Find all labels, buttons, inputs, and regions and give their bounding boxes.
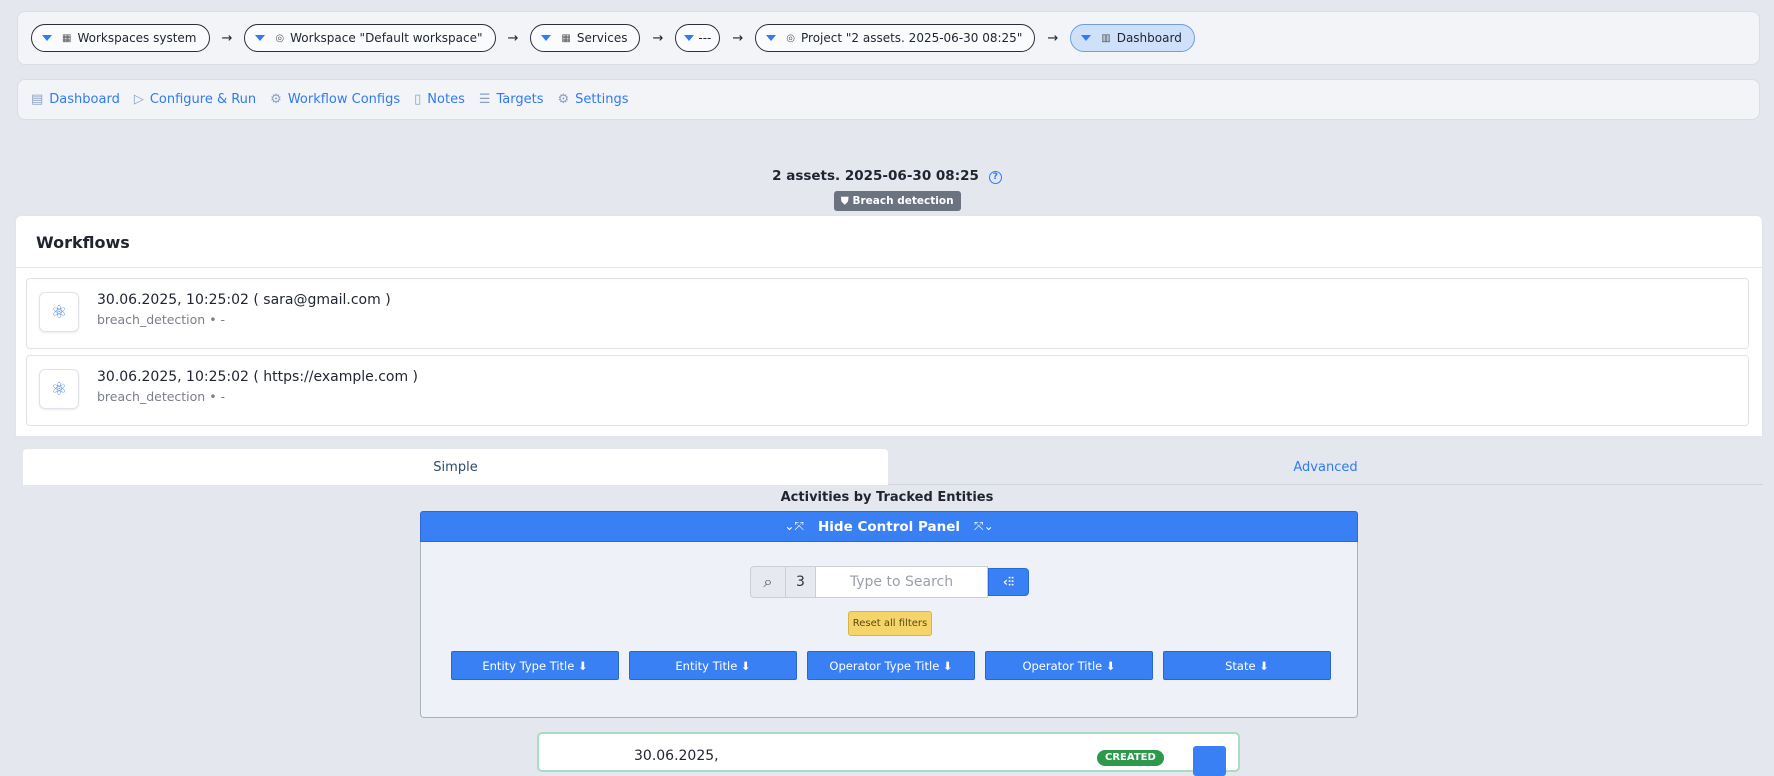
activity-date: 30.06.2025,: [634, 748, 719, 764]
workflows-panel: Workflows ⚛ 30.06.2025, 10:25:02 ( sara@…: [15, 215, 1763, 437]
reset-filters-button[interactable]: Reset all filters: [848, 611, 932, 636]
caret-down-icon[interactable]: [766, 35, 777, 41]
nav-label: Settings: [575, 92, 629, 107]
crumb-label: Project "2 assets. 2025-06-30 08:25": [801, 31, 1023, 45]
workflow-item[interactable]: ⚛ 30.06.2025, 10:25:02 ( sara@gmail.com …: [26, 278, 1749, 349]
crumb-workspace[interactable]: ◎ Workspace "Default workspace": [244, 24, 496, 52]
gear-icon: ⚙: [557, 92, 570, 107]
status-badge: CREATED: [1097, 750, 1164, 766]
caret-down-icon[interactable]: [684, 35, 695, 41]
workflow-subtitle: breach_detection • -: [97, 312, 226, 327]
view-tabs: Simple Advanced: [23, 449, 1763, 485]
crumb-services[interactable]: ▦ Services: [530, 24, 641, 52]
page-title: 2 assets. 2025-06-30 08:25?: [0, 168, 1774, 184]
nav-settings[interactable]: ⚙ Settings: [558, 92, 629, 107]
caret-down-icon[interactable]: [541, 35, 552, 41]
caret-down-icon[interactable]: [42, 35, 52, 41]
cogs-icon: ⚙: [270, 92, 282, 107]
crumb-label: Workspace "Default workspace": [290, 31, 483, 45]
crumb-placeholder[interactable]: ---: [675, 24, 721, 52]
activities-title: Activities by Tracked Entities: [780, 490, 994, 505]
control-panel: ⌕ 3 ‹⫶⫶ Reset all filters Entity Type Ti…: [420, 542, 1358, 718]
caret-down-icon[interactable]: [1081, 35, 1092, 41]
badge-label: Breach detection: [852, 195, 954, 207]
crumb-label: Dashboard: [1116, 31, 1182, 45]
workflow-item[interactable]: ⚛ 30.06.2025, 10:25:02 ( https://example…: [26, 355, 1749, 426]
filter-settings-button[interactable]: ‹⫶⫶: [988, 568, 1029, 596]
service-badge: ⛊ Breach detection: [834, 191, 961, 211]
project-title-text: 2 assets. 2025-06-30 08:25: [772, 168, 979, 184]
play-icon: ▷: [133, 92, 144, 107]
nav-notes[interactable]: ▯ Notes: [414, 92, 465, 107]
crumb-project[interactable]: ◎ Project "2 assets. 2025-06-30 08:25": [755, 24, 1036, 52]
nav-workflow-configs[interactable]: ⚙ Workflow Configs: [270, 92, 400, 107]
nav-label: Workflow Configs: [287, 92, 401, 107]
crumb-label: ---: [698, 31, 712, 45]
arrow-right-icon: →: [1047, 30, 1059, 46]
workflow-title: 30.06.2025, 10:25:02 ( https://example.c…: [97, 369, 419, 385]
workflows-title: Workflows: [16, 216, 1762, 268]
sort-operator-title[interactable]: Operator Title ⬇: [985, 651, 1153, 680]
nav-label: Configure & Run: [149, 92, 257, 107]
crumb-workspaces-system[interactable]: ▦ Workspaces system: [31, 24, 210, 52]
arrow-right-icon: →: [732, 30, 744, 46]
arrow-right-icon: →: [221, 30, 233, 46]
grid-icon: ▦: [62, 32, 72, 44]
nav-label: Dashboard: [49, 92, 120, 107]
tab-simple[interactable]: Simple: [23, 449, 888, 485]
atom-icon: ⚛: [39, 292, 79, 332]
arrow-right-icon: →: [652, 30, 664, 46]
grid-icon: ▦: [561, 32, 571, 44]
search-group: ⌕ 3 ‹⫶⫶: [750, 566, 1029, 598]
table-icon: ▥: [1101, 32, 1111, 44]
workflow-subtitle: breach_detection • -: [97, 389, 226, 404]
sort-operator-type-title[interactable]: Operator Type Title ⬇: [807, 651, 975, 680]
hide-control-panel-button[interactable]: ⌄⤧ Hide Control Panel ⤧⌄: [420, 511, 1358, 542]
tab-advanced[interactable]: Advanced: [888, 449, 1763, 485]
nav-configure-run[interactable]: ▷ Configure & Run: [134, 92, 256, 107]
caret-down-icon[interactable]: [255, 35, 266, 41]
crumb-label: Workspaces system: [77, 31, 197, 45]
collapse-icon: ⤧⌄: [974, 519, 994, 533]
nav-dashboard[interactable]: ▤ Dashboard: [31, 92, 120, 107]
sort-state[interactable]: State ⬇: [1163, 651, 1331, 680]
activity-card[interactable]: 30.06.2025, CREATED: [537, 732, 1240, 776]
book-icon: ▤: [31, 92, 44, 107]
workflow-title: 30.06.2025, 10:25:02 ( sara@gmail.com ): [97, 292, 391, 308]
target-icon: ◎: [275, 32, 285, 44]
atom-icon: ⚛: [39, 369, 79, 409]
nav-label: Notes: [427, 92, 465, 107]
sort-entity-type-title[interactable]: Entity Type Title ⬇: [451, 651, 619, 680]
crumb-dashboard[interactable]: ▥ Dashboard: [1070, 24, 1195, 52]
arrow-right-icon: →: [507, 30, 519, 46]
help-icon[interactable]: ?: [988, 171, 1002, 184]
nav-label: Targets: [496, 92, 544, 107]
list-icon: ☰: [478, 92, 491, 107]
project-nav: ▤ Dashboard ▷ Configure & Run ⚙ Workflow…: [17, 79, 1760, 120]
control-toggle-label: Hide Control Panel: [818, 518, 960, 535]
sort-entity-title[interactable]: Entity Title ⬇: [629, 651, 797, 680]
target-icon: ◎: [786, 32, 796, 44]
crumb-label: Services: [576, 31, 628, 45]
search-input[interactable]: [816, 566, 988, 598]
nav-targets[interactable]: ☰ Targets: [479, 92, 544, 107]
note-icon: ▯: [414, 92, 422, 107]
breadcrumb: ▦ Workspaces system → ◎ Workspace "Defau…: [17, 11, 1760, 65]
shield-icon: ⛊: [841, 195, 849, 207]
activity-action-button[interactable]: [1193, 746, 1226, 776]
collapse-icon: ⌄⤧: [784, 519, 804, 533]
search-icon: ⌕: [750, 566, 786, 598]
search-count: 3: [786, 566, 816, 598]
